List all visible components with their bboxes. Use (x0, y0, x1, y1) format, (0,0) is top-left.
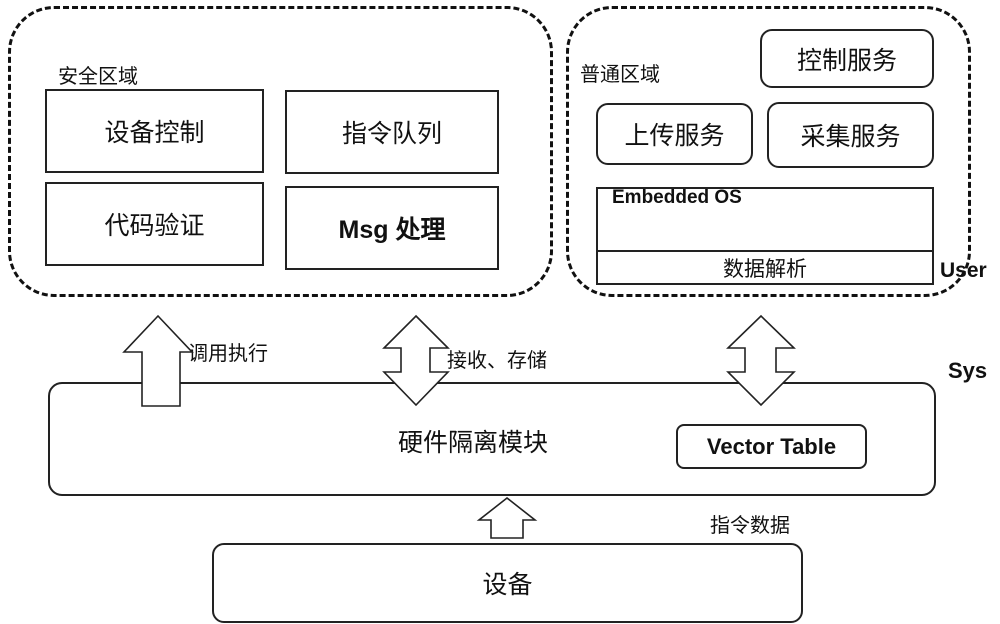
command-up-arrow (476, 496, 538, 539)
invoke-up-arrow (122, 314, 194, 407)
normal-double-arrow (726, 314, 796, 407)
arrows-layer (122, 314, 796, 539)
store-double-arrow (382, 314, 450, 407)
